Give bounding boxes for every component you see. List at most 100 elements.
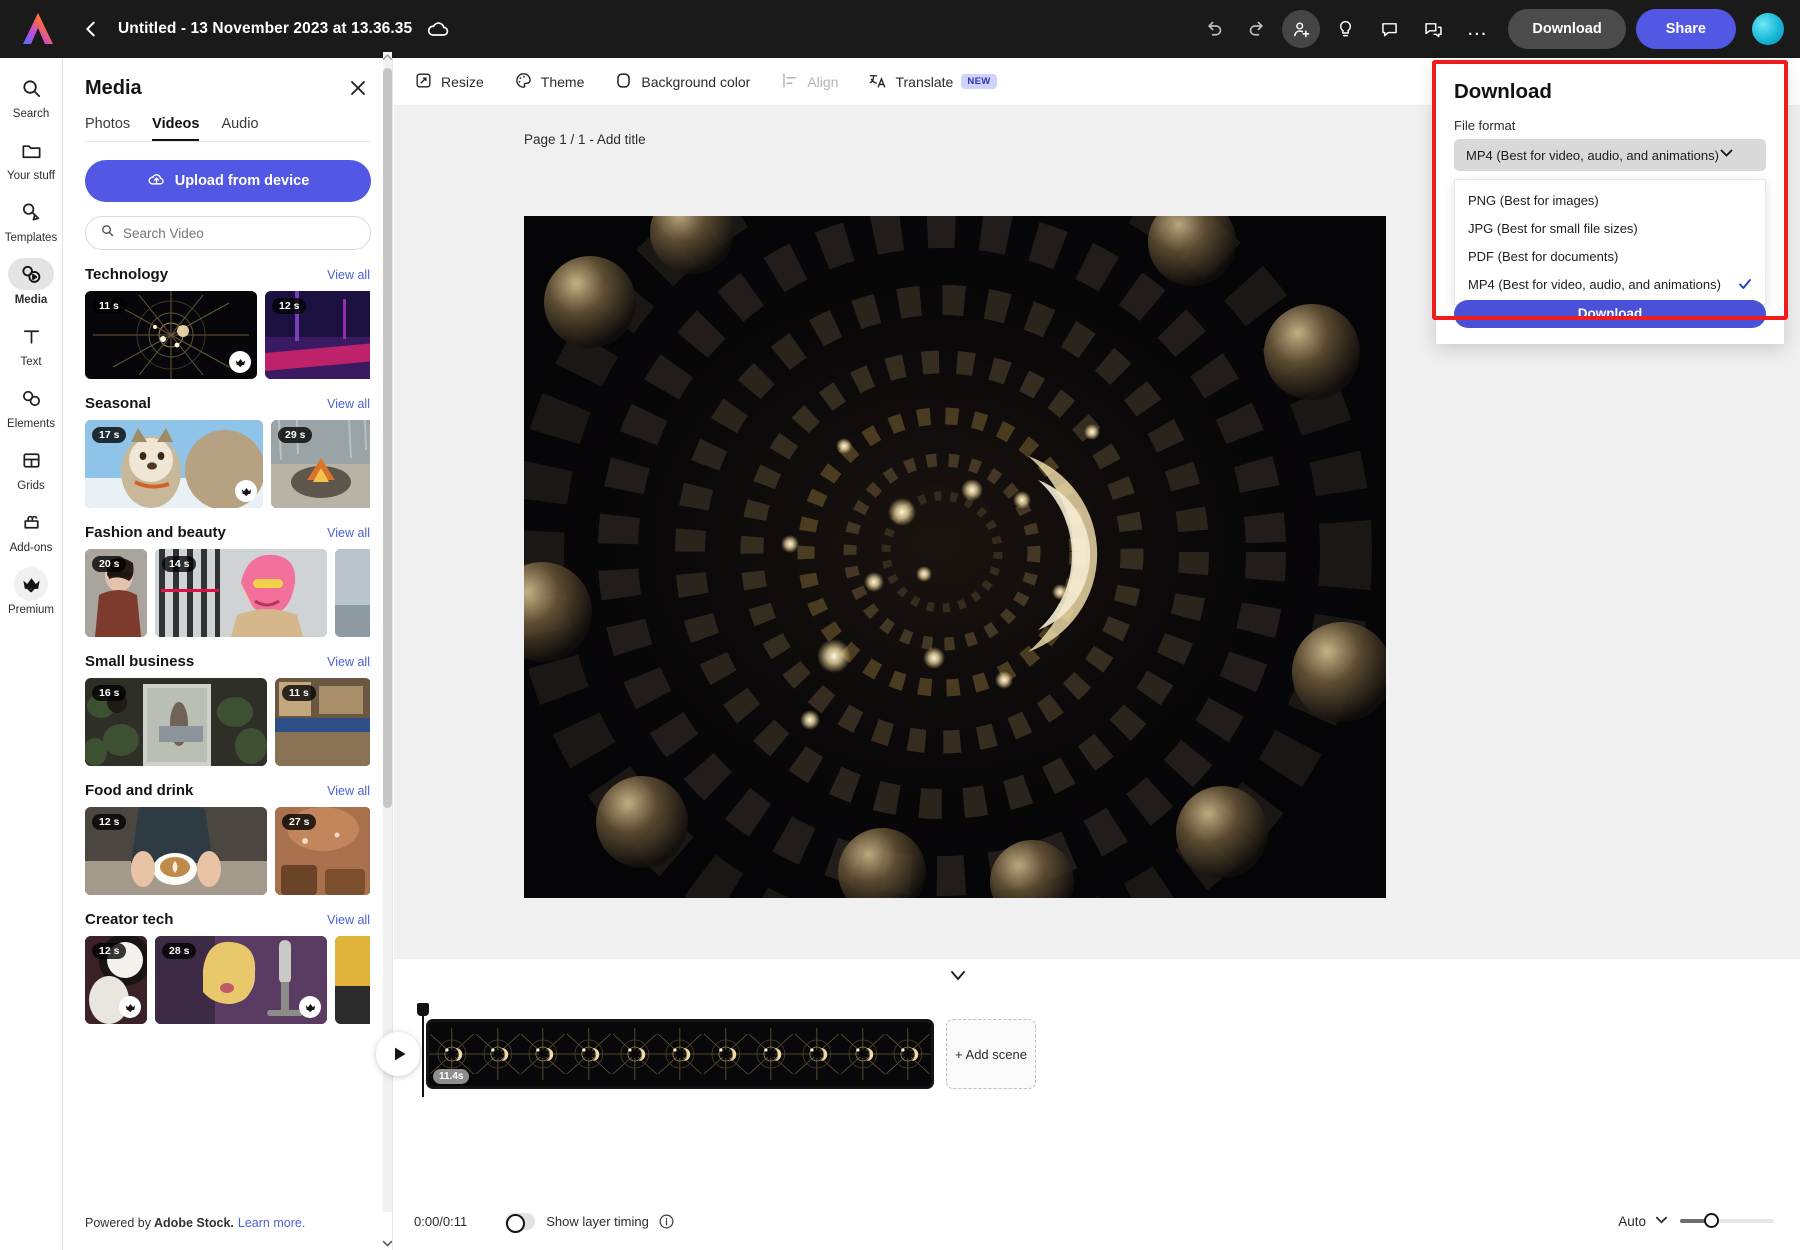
view-all-link[interactable]: View all <box>327 784 370 798</box>
duration-badge: 14 s <box>162 556 196 572</box>
media-thumbnail[interactable]: 20 s <box>85 549 147 637</box>
sidebar-label: Add-ons <box>10 542 53 554</box>
sidebar-item-addons[interactable]: Add-ons <box>1 506 61 554</box>
media-thumbnail[interactable]: 12 s <box>85 807 267 895</box>
theme-button[interactable]: Theme <box>514 71 585 93</box>
media-search-box[interactable] <box>85 216 371 250</box>
timeline-clip[interactable]: 11.4s <box>426 1019 934 1089</box>
chevron-down-icon[interactable] <box>946 967 970 985</box>
search-input[interactable] <box>123 226 356 241</box>
media-thumbnail[interactable]: 28 s <box>155 936 327 1024</box>
undo-icon[interactable] <box>1194 10 1232 48</box>
palette-icon <box>514 71 533 93</box>
toolbar-label: Theme <box>541 74 585 90</box>
sidebar-item-media[interactable]: Media <box>1 258 61 306</box>
chat-icon[interactable] <box>1414 10 1452 48</box>
view-all-link[interactable]: View all <box>327 397 370 411</box>
sidebar-item-elements[interactable]: Elements <box>1 382 61 430</box>
sidebar-item-templates[interactable]: Templates <box>1 196 61 244</box>
user-avatar[interactable] <box>1752 13 1784 45</box>
tab-photos[interactable]: Photos <box>85 116 130 141</box>
grids-icon <box>8 444 54 476</box>
adobe-express-logo-icon[interactable] <box>18 10 58 48</box>
download-popover-title: Download <box>1454 80 1766 104</box>
media-thumbnail[interactable]: 11 s <box>275 678 370 766</box>
page-title-label[interactable]: Page 1 / 1 - Add title <box>524 132 646 147</box>
scroll-down-arrow-icon[interactable] <box>381 1235 394 1245</box>
toolbar-label: Resize <box>441 74 484 90</box>
file-format-select[interactable]: MP4 (Best for video, audio, and animatio… <box>1454 139 1766 171</box>
file-format-label: File format <box>1454 118 1766 133</box>
media-panel-scrollbar-thumb[interactable] <box>383 68 392 808</box>
canvas-artboard[interactable] <box>524 216 1386 898</box>
media-thumbnail[interactable]: 12 s <box>265 291 370 379</box>
download-confirm-button[interactable]: Download <box>1454 300 1766 328</box>
media-thumbnail[interactable]: 29 s <box>271 420 370 508</box>
media-thumbnail[interactable]: 16 s <box>85 678 267 766</box>
view-all-link[interactable]: View all <box>327 526 370 540</box>
category-title: Small business <box>85 653 194 670</box>
sidebar-item-text[interactable]: Text <box>1 320 61 368</box>
view-all-link[interactable]: View all <box>327 655 370 669</box>
zoom-slider[interactable] <box>1680 1219 1774 1223</box>
close-icon[interactable] <box>346 76 370 100</box>
document-title[interactable]: Untitled - 13 November 2023 at 13.36.35 <box>118 20 412 38</box>
media-thumbnail[interactable]: 17 s <box>85 420 263 508</box>
upload-from-device-button[interactable]: Upload from device <box>85 160 371 202</box>
duration-badge: 12 s <box>92 943 126 959</box>
file-format-option-pdf[interactable]: PDF (Best for documents) <box>1455 242 1765 270</box>
show-layer-timing-toggle[interactable] <box>505 1213 535 1230</box>
playhead[interactable] <box>422 1011 424 1097</box>
sidebar-item-your-stuff[interactable]: Your stuff <box>1 134 61 182</box>
sidebar-label: Media <box>15 294 48 306</box>
zoom-slider-handle[interactable] <box>1704 1213 1719 1228</box>
lightbulb-icon[interactable] <box>1326 10 1364 48</box>
zoom-mode-select[interactable]: Auto <box>1618 1213 1668 1229</box>
sidebar-item-grids[interactable]: Grids <box>1 444 61 492</box>
file-format-option-mp4[interactable]: MP4 (Best for video, audio, and animatio… <box>1455 270 1765 298</box>
translate-button[interactable]: Translate NEW <box>868 71 996 93</box>
media-thumbnail[interactable] <box>335 936 370 1024</box>
add-person-icon[interactable] <box>1282 10 1320 48</box>
info-icon[interactable] <box>658 1213 675 1230</box>
redo-icon[interactable] <box>1238 10 1276 48</box>
add-scene-button[interactable]: + Add scene <box>946 1019 1036 1089</box>
file-format-option-png[interactable]: PNG (Best for images) <box>1455 186 1765 214</box>
category-title: Seasonal <box>85 395 151 412</box>
toolbar-label: Align <box>807 74 838 90</box>
media-thumbnail[interactable]: 12 s <box>85 936 147 1024</box>
resize-button[interactable]: Resize <box>414 71 484 93</box>
tab-videos[interactable]: Videos <box>152 116 199 141</box>
background-color-button[interactable]: Background color <box>614 71 750 93</box>
play-icon <box>392 1046 408 1062</box>
media-thumbnail[interactable]: 11 s <box>85 291 257 379</box>
play-button[interactable] <box>376 1032 420 1076</box>
file-format-option-jpg[interactable]: JPG (Best for small file sizes) <box>1455 214 1765 242</box>
tab-audio[interactable]: Audio <box>221 116 258 141</box>
media-thumbnail[interactable]: 14 s <box>155 549 327 637</box>
add-title-text[interactable]: - Add title <box>586 132 646 147</box>
scroll-up-arrow-icon[interactable] <box>381 49 394 59</box>
share-button[interactable]: Share <box>1636 9 1736 49</box>
view-all-link[interactable]: View all <box>327 913 370 927</box>
duration-badge: 11 s <box>92 298 126 314</box>
learn-more-link[interactable]: Learn more. <box>238 1216 305 1230</box>
back-chevron-icon[interactable] <box>80 18 102 40</box>
category-title: Fashion and beauty <box>85 524 226 541</box>
duration-badge: 29 s <box>278 427 312 443</box>
more-options-icon[interactable]: … <box>1458 10 1496 48</box>
chevron-down-icon <box>1655 1213 1668 1229</box>
media-thumbnail[interactable] <box>335 549 370 637</box>
clip-frame <box>885 1022 931 1086</box>
sidebar-item-search[interactable]: Search <box>1 72 61 120</box>
download-button[interactable]: Download <box>1508 9 1625 49</box>
comment-icon[interactable] <box>1370 10 1408 48</box>
category-fashion-and-beauty: Fashion and beauty View all 20 s <box>63 524 392 637</box>
view-all-link[interactable]: View all <box>327 268 370 282</box>
media-thumbnail[interactable]: 27 s <box>275 807 370 895</box>
align-button: Align <box>780 71 838 93</box>
sidebar-item-premium[interactable]: Premium <box>1 568 61 616</box>
premium-crown-icon <box>119 996 141 1018</box>
clip-frame <box>520 1022 566 1086</box>
media-categories-scroll[interactable]: Technology View all <box>63 250 392 1180</box>
